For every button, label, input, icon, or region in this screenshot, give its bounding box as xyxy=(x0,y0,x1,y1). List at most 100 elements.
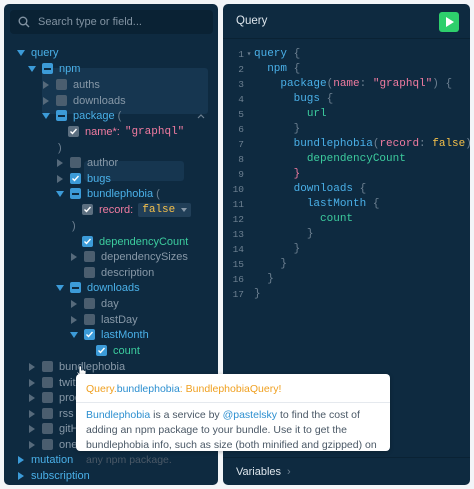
checkbox-icon[interactable] xyxy=(42,377,53,388)
checkbox-checked-icon[interactable] xyxy=(82,236,93,247)
collapse-arrow-icon[interactable] xyxy=(27,424,37,434)
tree-item-package[interactable]: package ( xyxy=(41,108,121,123)
code-line[interactable]: 15 } xyxy=(223,257,287,271)
tree-item-day[interactable]: day xyxy=(69,296,119,311)
collapse-arrow-icon[interactable] xyxy=(27,393,37,403)
package-arg-name[interactable]: name*: "graphql" xyxy=(68,124,184,139)
checkbox-checked-icon[interactable] xyxy=(68,126,79,137)
collapse-arrow-icon[interactable] xyxy=(41,80,51,90)
record-select[interactable]: false xyxy=(138,202,192,217)
collapse-arrow-icon[interactable] xyxy=(69,315,79,325)
expand-arrow-icon[interactable] xyxy=(69,330,79,340)
checkbox-partial-icon[interactable] xyxy=(56,110,67,121)
tooltip-link-author[interactable]: @pastelsky xyxy=(223,409,277,421)
tree-item-lastMonth[interactable]: lastMonth xyxy=(69,327,149,342)
checkbox-icon[interactable] xyxy=(42,361,53,372)
code-line[interactable]: 12 count xyxy=(223,212,353,226)
code-line[interactable]: 17 } xyxy=(223,287,261,301)
collapse-arrow-icon[interactable] xyxy=(41,96,51,106)
expand-arrow-icon[interactable] xyxy=(55,283,65,293)
fold-arrow-icon[interactable]: ▾ xyxy=(244,49,254,59)
paren-close: ) xyxy=(58,141,62,154)
checkbox-icon[interactable] xyxy=(42,408,53,419)
tree-item-query[interactable]: query xyxy=(16,45,59,60)
checkbox-icon[interactable] xyxy=(56,95,67,106)
tree-item-rss[interactable]: rss xyxy=(27,406,74,421)
tree-item-github[interactable]: gitH xyxy=(27,421,79,436)
collapse-args-icon[interactable] xyxy=(197,108,205,123)
bundlephobia-arg-record[interactable]: record: false xyxy=(82,202,192,217)
collapse-arrow-icon[interactable] xyxy=(27,440,37,450)
code-line[interactable]: 3 package(name: "graphql") { xyxy=(223,77,452,91)
collapse-arrow-icon[interactable] xyxy=(69,299,79,309)
tree-item-subscription[interactable]: subscription xyxy=(16,468,90,483)
search-bar[interactable] xyxy=(10,10,213,34)
code-line[interactable]: 14 } xyxy=(223,242,301,256)
tooltip-link-bundlephobia[interactable]: Bundlephobia xyxy=(86,409,150,421)
collapse-arrow-icon[interactable] xyxy=(55,174,65,184)
expand-arrow-icon[interactable] xyxy=(41,111,51,121)
tree-item-lastDay[interactable]: lastDay xyxy=(69,312,138,327)
expand-arrow-icon[interactable] xyxy=(55,189,65,199)
expand-arrow-icon[interactable] xyxy=(16,48,26,58)
checkbox-checked-icon[interactable] xyxy=(82,204,93,215)
tree-item-downloads-top[interactable]: downloads xyxy=(41,93,126,108)
checkbox-checked-icon[interactable] xyxy=(84,329,95,340)
tree-item-downloads[interactable]: downloads xyxy=(55,280,140,295)
collapse-arrow-icon[interactable] xyxy=(16,471,26,481)
collapse-arrow-icon[interactable] xyxy=(27,378,37,388)
tree-item-author[interactable]: author xyxy=(55,155,118,170)
run-button[interactable] xyxy=(439,12,459,32)
checkbox-icon[interactable] xyxy=(84,251,95,262)
search-input[interactable] xyxy=(38,16,198,28)
collapse-arrow-icon[interactable] xyxy=(55,158,65,168)
code-line[interactable]: 16 } xyxy=(223,272,274,286)
checkbox-icon[interactable] xyxy=(70,157,81,168)
code-token: } xyxy=(254,288,261,300)
tree-label-mutation: mutation xyxy=(31,453,74,466)
tree-item-count[interactable]: count xyxy=(96,343,140,358)
code-line[interactable]: 11 lastMonth { xyxy=(223,197,380,211)
collapse-arrow-icon[interactable] xyxy=(16,455,26,465)
expand-arrow-icon[interactable] xyxy=(27,64,37,74)
arg-value-name[interactable]: "graphql" xyxy=(125,126,184,138)
checkbox-checked-icon[interactable] xyxy=(70,173,81,184)
collapse-arrow-icon[interactable] xyxy=(27,409,37,419)
checkbox-icon[interactable] xyxy=(84,314,95,325)
tree-item-authors[interactable]: auths xyxy=(41,77,100,92)
checkbox-icon[interactable] xyxy=(56,79,67,90)
checkbox-checked-icon[interactable] xyxy=(96,345,107,356)
checkbox-icon[interactable] xyxy=(84,267,95,278)
code-token: false xyxy=(432,138,466,150)
tree-item-twitter[interactable]: twit xyxy=(27,375,76,390)
code-line[interactable]: 7 bundlephobia(record: false) { xyxy=(223,137,470,151)
tree-item-npm[interactable]: npm xyxy=(27,61,80,76)
code-token: { xyxy=(353,183,367,195)
code-line[interactable]: 8 dependencyCount xyxy=(223,152,406,166)
code-line[interactable]: 6 } xyxy=(223,122,300,136)
tree-item-bundlephobia[interactable]: bundlephobia ( xyxy=(55,186,160,201)
code-line[interactable]: 10 downloads { xyxy=(223,182,367,196)
tree-item-mutation[interactable]: mutation xyxy=(16,452,73,467)
code-line[interactable]: 9 } xyxy=(223,167,300,181)
checkbox-partial-icon[interactable] xyxy=(70,188,81,199)
tree-item-bugs[interactable]: bugs xyxy=(55,171,111,186)
collapse-arrow-icon[interactable] xyxy=(69,252,79,262)
code-line[interactable]: 1 ▾ query { xyxy=(223,47,300,61)
checkbox-icon[interactable] xyxy=(42,392,53,403)
checkbox-icon[interactable] xyxy=(84,298,95,309)
tree-item-product[interactable]: prod xyxy=(27,390,81,405)
checkbox-icon[interactable] xyxy=(42,439,53,450)
collapse-arrow-icon[interactable] xyxy=(27,362,37,372)
checkbox-icon[interactable] xyxy=(42,423,53,434)
code-line[interactable]: 2 npm { xyxy=(223,62,300,76)
code-line[interactable]: 13 } xyxy=(223,227,314,241)
tooltip-type-name[interactable]: BundlephobiaQuery xyxy=(186,383,279,395)
checkbox-partial-icon[interactable] xyxy=(70,282,81,293)
checkbox-partial-icon[interactable] xyxy=(42,63,53,74)
tree-item-dependencyCount[interactable]: dependencyCount xyxy=(82,234,188,249)
tree-item-dependencySizes[interactable]: dependencySizes xyxy=(69,249,188,264)
code-line[interactable]: 4 bugs { xyxy=(223,92,333,106)
code-line[interactable]: 5 url xyxy=(223,107,326,121)
tree-item-description[interactable]: description xyxy=(84,265,154,280)
